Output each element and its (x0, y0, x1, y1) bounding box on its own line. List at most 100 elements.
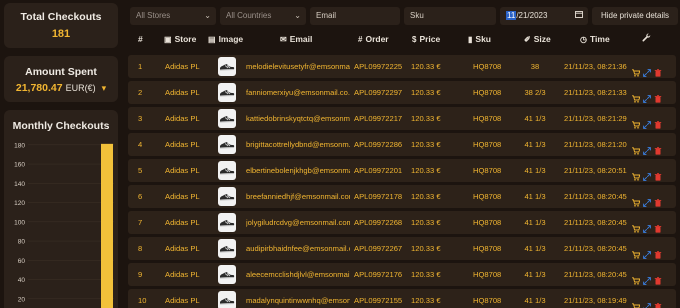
row-time: 21/11/23, 08:20:45 (564, 270, 627, 279)
cart-icon[interactable] (632, 63, 641, 77)
trash-icon[interactable] (654, 245, 662, 259)
date-filter-input[interactable]: 11/21/2023 (500, 7, 588, 25)
cart-icon[interactable] (632, 219, 641, 233)
email-filter-input[interactable]: Email (310, 7, 400, 25)
expand-icon[interactable] (643, 245, 651, 259)
table-row[interactable]: 10 Adidas PL madalynquintinwwnhq@emson... A… (128, 289, 676, 308)
shoe-thumbnail (218, 135, 236, 154)
countries-select[interactable]: All Countries ⌄ (220, 7, 306, 25)
row-sku: HQ8708 (473, 140, 502, 149)
header-order-label: Order (365, 34, 389, 44)
chart-y-tick-label: 80 (18, 239, 26, 246)
row-order: APL09972297 (354, 88, 403, 97)
row-number: 8 (138, 244, 143, 253)
header-price[interactable]: $ Price (412, 30, 440, 48)
table-row[interactable]: 3 Adidas PL kattiedobrinskyqtctq@emsonm...… (128, 107, 676, 130)
barcode-icon: ▮ (468, 35, 473, 44)
table-row[interactable]: 9 Adidas PL aleecemcclishdjlvl@emsonmai...… (128, 263, 676, 286)
table-row[interactable]: 5 Adidas PL elbertinebolenjkhgb@emsonma...… (128, 159, 676, 182)
calendar-icon[interactable] (575, 7, 583, 25)
countries-select-label: All Countries (226, 11, 272, 20)
row-order: APL09972267 (354, 244, 403, 253)
header-time-label: Time (589, 34, 610, 44)
row-number: 1 (138, 62, 143, 71)
table-row[interactable]: 4 Adidas PL brigittacottrellydbnd@emsonm..… (128, 133, 676, 156)
monthly-checkouts-title: Monthly Checkouts (12, 120, 110, 132)
trash-icon[interactable] (654, 167, 662, 181)
row-actions (632, 185, 672, 208)
header-image[interactable]: ▤ Image (208, 30, 243, 48)
expand-icon[interactable] (643, 141, 651, 155)
expand-icon[interactable] (643, 297, 651, 308)
row-email: melodielevitusetyfr@emsonma... (246, 62, 350, 71)
row-size: 41 1/3 (524, 270, 546, 279)
row-actions (632, 55, 672, 78)
cart-icon[interactable] (632, 297, 641, 308)
sku-filter-input[interactable]: Sku (404, 7, 496, 25)
table-row[interactable]: 6 Adidas PL breefanniedhjf@emsonmail.com AP… (128, 185, 676, 208)
shoe-thumbnail (218, 161, 236, 180)
hide-private-details-button[interactable]: Hide private details (592, 7, 678, 25)
table-row[interactable]: 1 Adidas PL melodielevitusetyfr@emsonma...… (128, 55, 676, 78)
row-actions (632, 211, 672, 234)
trash-icon[interactable] (654, 193, 662, 207)
header-order[interactable]: # Order (358, 30, 389, 48)
row-size: 41 1/3 (524, 192, 546, 201)
table-row[interactable]: 2 Adidas PL fanniomerxiyu@emsonmail.co... A… (128, 81, 676, 104)
email-filter-placeholder: Email (316, 11, 337, 20)
trash-icon[interactable] (654, 115, 662, 129)
expand-icon[interactable] (643, 115, 651, 129)
trash-icon[interactable] (654, 271, 662, 285)
header-sku[interactable]: ▮ Sku (468, 30, 491, 48)
expand-icon[interactable] (643, 167, 651, 181)
row-email: jolygiludrcdvg@emsonmail.com (246, 218, 350, 227)
trash-icon[interactable] (654, 219, 662, 233)
table-row[interactable]: 8 Adidas PL audipirbhaidnfee@emsonmail.c..… (128, 237, 676, 260)
date-rest-segment: /21/2023 (516, 11, 548, 20)
cart-icon[interactable] (632, 245, 641, 259)
header-email[interactable]: ✉ Email (280, 30, 312, 48)
row-number: 3 (138, 114, 143, 123)
header-time[interactable]: ◷ Time (580, 30, 610, 48)
cart-icon[interactable] (632, 271, 641, 285)
row-time: 21/11/23, 08:21:29 (564, 114, 627, 123)
expand-icon[interactable] (643, 193, 651, 207)
cart-icon[interactable] (632, 89, 641, 103)
chart-y-tick-label: 180 (14, 142, 25, 149)
trash-icon[interactable] (654, 141, 662, 155)
shoe-thumbnail (218, 83, 236, 102)
trash-icon[interactable] (654, 297, 662, 308)
cart-icon[interactable] (632, 141, 641, 155)
image-icon: ▤ (208, 35, 216, 44)
row-order: APL09972268 (354, 218, 403, 227)
row-store: Adidas PL (165, 296, 200, 305)
row-actions (632, 81, 672, 104)
header-size[interactable]: ✐ Size (524, 30, 551, 48)
row-order: APL09972176 (354, 270, 403, 279)
hash-icon: # (358, 35, 363, 44)
trash-icon[interactable] (654, 63, 662, 77)
expand-icon[interactable] (643, 271, 651, 285)
row-order: APL09972286 (354, 140, 403, 149)
row-sku: HQ8708 (473, 218, 502, 227)
chart-y-tick-label: 60 (18, 258, 26, 265)
wrench-icon[interactable] (642, 30, 651, 48)
cart-icon[interactable] (632, 167, 641, 181)
row-size: 41 1/3 (524, 218, 546, 227)
chart-y-tick-label: 20 (18, 296, 26, 303)
trash-icon[interactable] (654, 89, 662, 103)
expand-icon[interactable] (643, 89, 651, 103)
table-row[interactable]: 7 Adidas PL jolygiludrcdvg@emsonmail.com AP… (128, 211, 676, 234)
row-store: Adidas PL (165, 166, 200, 175)
cart-icon[interactable] (632, 193, 641, 207)
cart-icon[interactable] (632, 115, 641, 129)
date-month-segment[interactable]: 11 (506, 11, 517, 20)
shoe-thumbnail (218, 109, 236, 128)
expand-icon[interactable] (643, 63, 651, 77)
stores-select[interactable]: All Stores ⌄ (130, 7, 216, 25)
row-number: 2 (138, 88, 143, 97)
expand-icon[interactable] (643, 219, 651, 233)
chevron-down-icon[interactable]: ▾ (102, 83, 107, 94)
currency-select[interactable]: EUR(€) (66, 83, 96, 93)
header-store[interactable]: ▣ Store (164, 30, 196, 48)
